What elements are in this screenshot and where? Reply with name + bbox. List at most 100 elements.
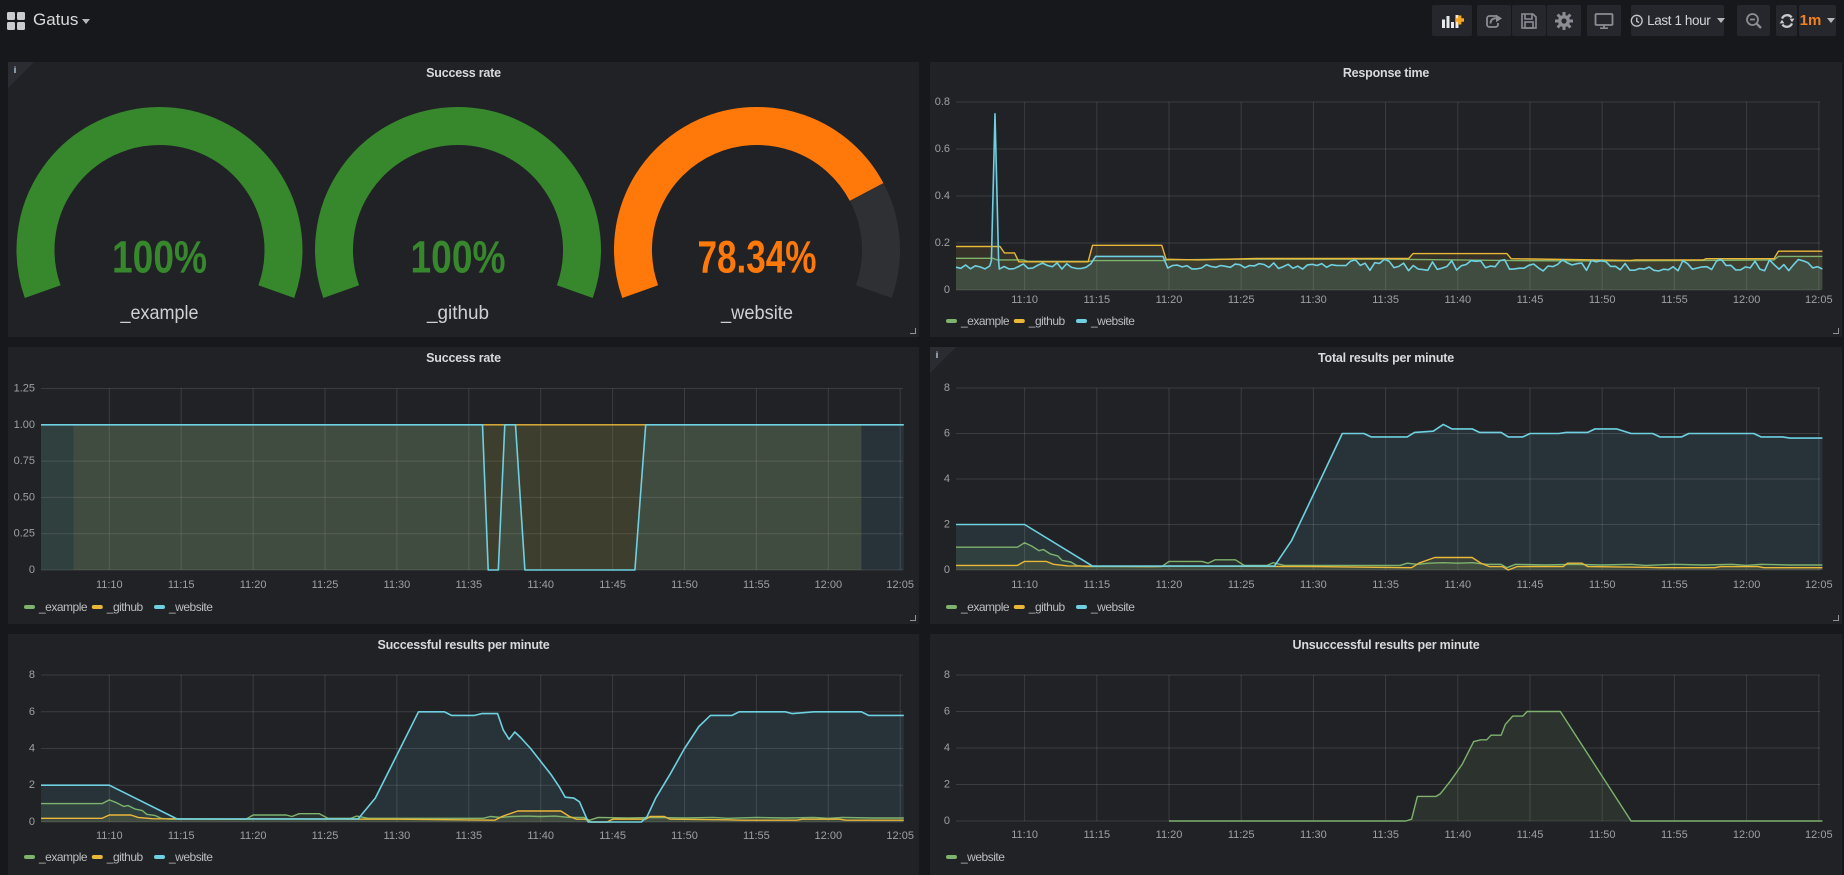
svg-text:11:30: 11:30 bbox=[384, 830, 411, 842]
svg-text:11:55: 11:55 bbox=[1661, 829, 1688, 841]
svg-text:11:35: 11:35 bbox=[455, 579, 482, 591]
svg-text:100%: 100% bbox=[411, 232, 506, 283]
svg-text:0.8: 0.8 bbox=[935, 96, 950, 108]
svg-text:11:55: 11:55 bbox=[743, 830, 770, 842]
svg-text:8: 8 bbox=[944, 382, 950, 394]
svg-text:11:50: 11:50 bbox=[1589, 294, 1616, 306]
svg-text:0: 0 bbox=[944, 284, 950, 296]
svg-text:1.00: 1.00 bbox=[14, 419, 35, 431]
svg-text:11:20: 11:20 bbox=[240, 579, 267, 591]
svg-text:0.4: 0.4 bbox=[935, 190, 950, 202]
svg-text:11:50: 11:50 bbox=[1589, 829, 1616, 841]
svg-text:11:35: 11:35 bbox=[1372, 294, 1399, 306]
svg-text:11:15: 11:15 bbox=[168, 579, 195, 591]
svg-text:11:40: 11:40 bbox=[527, 579, 554, 591]
svg-text:11:55: 11:55 bbox=[743, 579, 770, 591]
svg-text:11:55: 11:55 bbox=[1661, 294, 1688, 306]
svg-text:8: 8 bbox=[944, 669, 950, 681]
svg-text:6: 6 bbox=[944, 428, 950, 440]
svg-text:11:10: 11:10 bbox=[96, 579, 123, 591]
svg-text:0.75: 0.75 bbox=[14, 455, 35, 467]
svg-text:6: 6 bbox=[29, 706, 35, 718]
svg-text:2: 2 bbox=[29, 779, 35, 791]
svg-text:2: 2 bbox=[944, 779, 950, 791]
svg-text:11:40: 11:40 bbox=[1444, 829, 1471, 841]
svg-text:11:20: 11:20 bbox=[240, 830, 267, 842]
svg-text:11:50: 11:50 bbox=[1589, 579, 1616, 591]
svg-text:12:05: 12:05 bbox=[886, 579, 914, 591]
svg-text:4: 4 bbox=[944, 742, 950, 754]
svg-text:100%: 100% bbox=[112, 232, 207, 283]
svg-text:12:00: 12:00 bbox=[1733, 829, 1761, 841]
svg-text:12:00: 12:00 bbox=[815, 830, 843, 842]
svg-text:11:15: 11:15 bbox=[1083, 829, 1110, 841]
svg-text:11:30: 11:30 bbox=[1300, 829, 1327, 841]
svg-text:11:30: 11:30 bbox=[384, 579, 411, 591]
svg-text:12:00: 12:00 bbox=[1733, 579, 1761, 591]
svg-text:0.50: 0.50 bbox=[14, 491, 35, 503]
svg-text:11:45: 11:45 bbox=[1517, 579, 1544, 591]
svg-text:_website: _website bbox=[960, 850, 1005, 864]
svg-text:1.25: 1.25 bbox=[14, 383, 35, 395]
svg-text:4: 4 bbox=[944, 473, 950, 485]
svg-text:_website: _website bbox=[1090, 314, 1135, 328]
svg-text:_example: _example bbox=[38, 850, 88, 864]
svg-text:0.6: 0.6 bbox=[935, 143, 950, 155]
svg-text:_website: _website bbox=[1090, 600, 1135, 614]
svg-text:11:35: 11:35 bbox=[455, 830, 482, 842]
svg-text:_website: _website bbox=[168, 600, 213, 614]
svg-text:11:55: 11:55 bbox=[1661, 579, 1688, 591]
svg-text:11:20: 11:20 bbox=[1156, 579, 1183, 591]
svg-text:0: 0 bbox=[29, 816, 35, 828]
svg-text:11:10: 11:10 bbox=[96, 830, 123, 842]
svg-text:11:45: 11:45 bbox=[599, 579, 626, 591]
svg-text:11:30: 11:30 bbox=[1300, 294, 1327, 306]
svg-text:0: 0 bbox=[944, 815, 950, 827]
svg-text:12:00: 12:00 bbox=[1733, 294, 1761, 306]
svg-text:11:25: 11:25 bbox=[1228, 829, 1255, 841]
svg-text:11:40: 11:40 bbox=[527, 830, 554, 842]
svg-text:11:45: 11:45 bbox=[1517, 294, 1544, 306]
svg-text:78.34%: 78.34% bbox=[698, 232, 817, 283]
svg-text:12:05: 12:05 bbox=[886, 830, 914, 842]
svg-text:11:10: 11:10 bbox=[1011, 579, 1038, 591]
svg-text:11:10: 11:10 bbox=[1011, 829, 1038, 841]
svg-text:_example: _example bbox=[960, 314, 1010, 328]
svg-text:_github: _github bbox=[426, 302, 489, 324]
svg-text:12:00: 12:00 bbox=[815, 579, 843, 591]
svg-text:_example: _example bbox=[120, 302, 199, 324]
svg-text:_example: _example bbox=[38, 600, 88, 614]
svg-text:0: 0 bbox=[29, 564, 35, 576]
svg-text:12:05: 12:05 bbox=[1805, 579, 1833, 591]
svg-text:11:45: 11:45 bbox=[599, 830, 626, 842]
svg-text:0.2: 0.2 bbox=[935, 237, 950, 249]
svg-text:11:50: 11:50 bbox=[671, 830, 698, 842]
svg-text:11:25: 11:25 bbox=[1228, 294, 1255, 306]
svg-text:11:15: 11:15 bbox=[1083, 294, 1110, 306]
svg-text:12:05: 12:05 bbox=[1805, 294, 1833, 306]
svg-text:4: 4 bbox=[29, 743, 35, 755]
svg-text:11:15: 11:15 bbox=[168, 830, 195, 842]
svg-text:6: 6 bbox=[944, 706, 950, 718]
svg-text:_github: _github bbox=[106, 600, 144, 614]
svg-text:_github: _github bbox=[106, 850, 144, 864]
svg-text:2: 2 bbox=[944, 519, 950, 531]
svg-text:0: 0 bbox=[944, 564, 950, 576]
svg-text:11:15: 11:15 bbox=[1083, 579, 1110, 591]
svg-text:11:30: 11:30 bbox=[1300, 579, 1327, 591]
svg-text:11:20: 11:20 bbox=[1156, 829, 1183, 841]
svg-text:_website: _website bbox=[720, 302, 793, 324]
svg-text:8: 8 bbox=[29, 669, 35, 681]
svg-text:11:35: 11:35 bbox=[1372, 579, 1399, 591]
svg-text:_website: _website bbox=[168, 850, 213, 864]
svg-text:11:25: 11:25 bbox=[312, 579, 339, 591]
svg-text:0.25: 0.25 bbox=[14, 528, 35, 540]
svg-text:11:25: 11:25 bbox=[1228, 579, 1255, 591]
svg-text:11:10: 11:10 bbox=[1011, 294, 1038, 306]
svg-text:_github: _github bbox=[1028, 314, 1066, 328]
svg-text:12:05: 12:05 bbox=[1805, 829, 1833, 841]
svg-text:_github: _github bbox=[1028, 600, 1066, 614]
svg-text:_example: _example bbox=[960, 600, 1010, 614]
svg-text:11:20: 11:20 bbox=[1156, 294, 1183, 306]
svg-text:11:40: 11:40 bbox=[1444, 294, 1471, 306]
